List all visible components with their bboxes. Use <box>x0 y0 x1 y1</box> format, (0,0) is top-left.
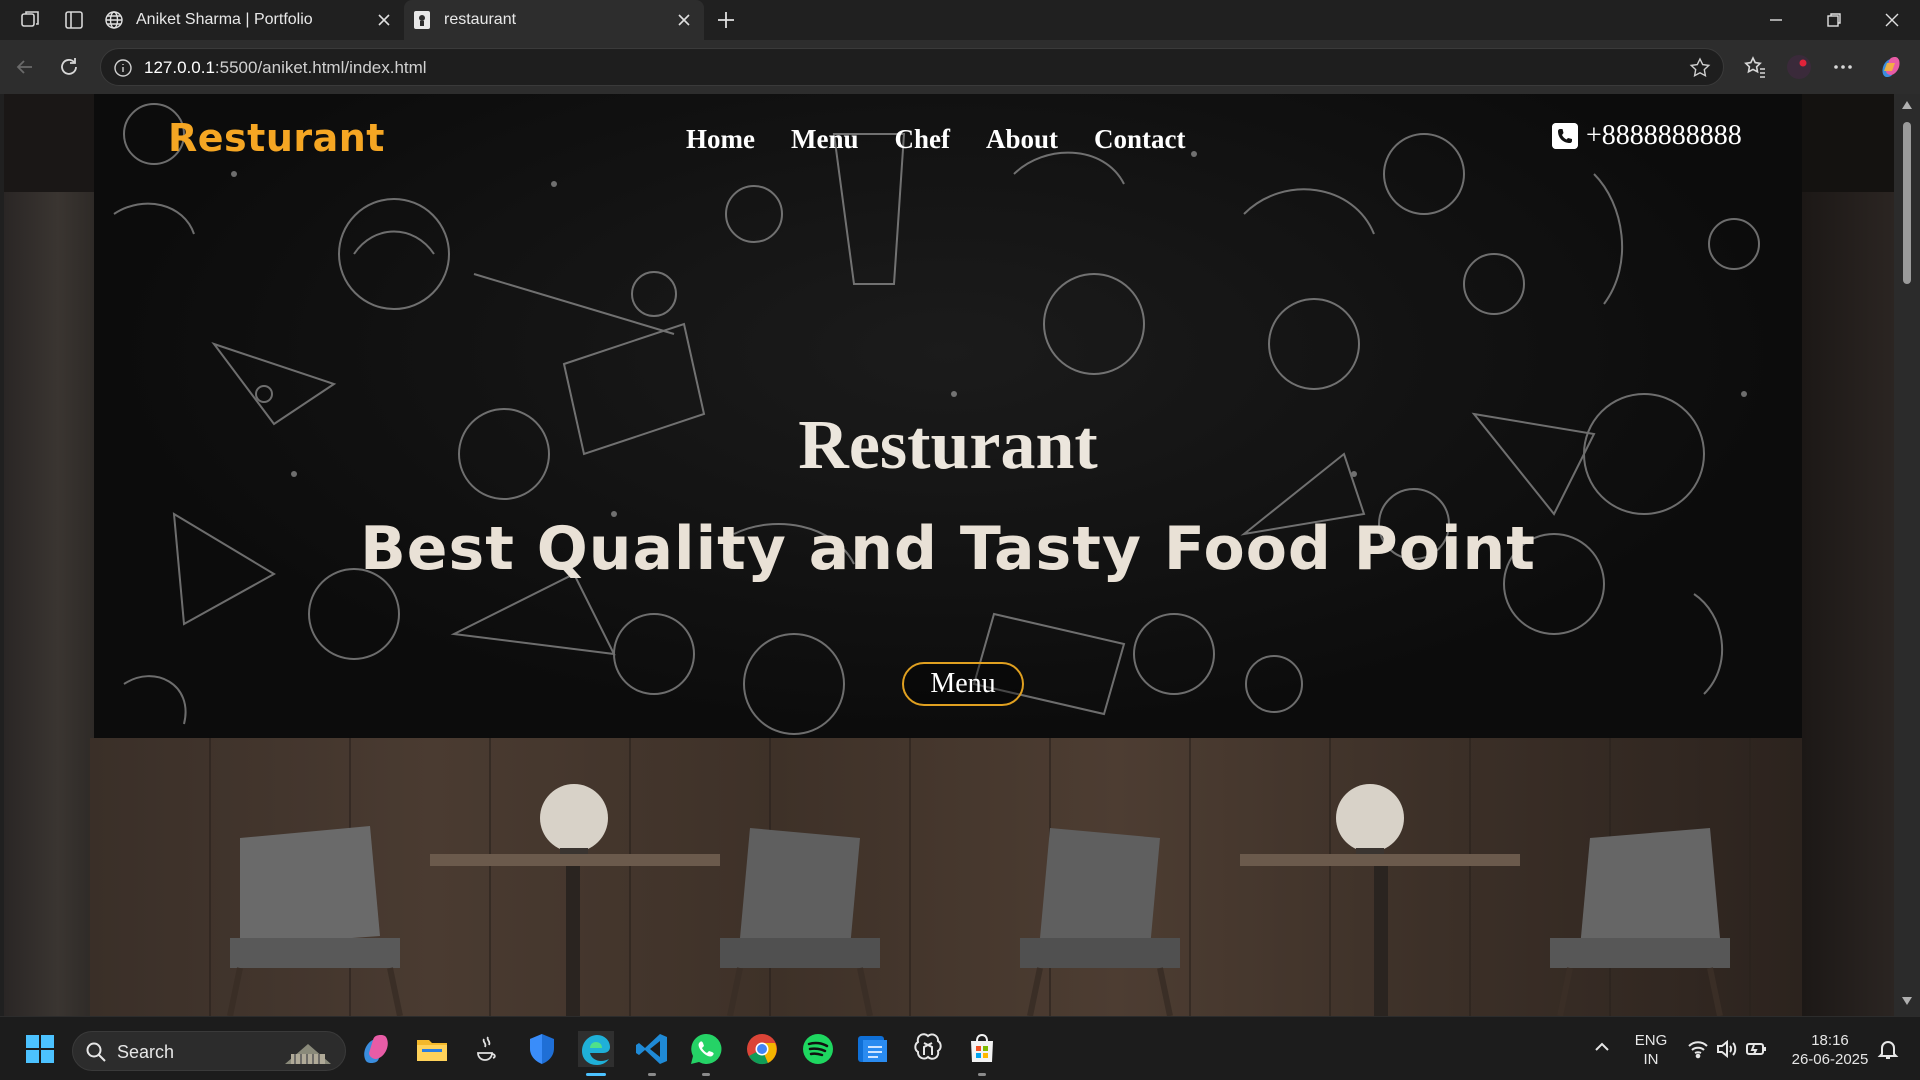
wifi-icon[interactable] <box>1686 1037 1710 1061</box>
windows-taskbar: Search ENG IN 18:16 26-06-2025 <box>0 1016 1920 1080</box>
chrome-icon[interactable] <box>744 1031 780 1067</box>
nav-contact[interactable]: Contact <box>1094 124 1185 155</box>
vertical-tabs-icon[interactable] <box>62 8 86 32</box>
workspaces-icon[interactable] <box>18 8 42 32</box>
hero-menu-button[interactable]: Menu <box>902 662 1024 706</box>
whatsapp-running-indicator <box>702 1073 710 1076</box>
lang-code: ENG <box>1634 1032 1668 1049</box>
nav-chef[interactable]: Chef <box>894 124 950 155</box>
browser-tab-strip: Aniket Sharma | Portfolio restaurant <box>0 0 1920 40</box>
globe-icon <box>105 11 123 29</box>
edge-active-indicator <box>586 1073 606 1076</box>
close-icon[interactable] <box>374 10 394 30</box>
more-options-icon[interactable] <box>1830 54 1856 80</box>
restore-icon[interactable] <box>1822 8 1846 32</box>
back-icon[interactable] <box>12 54 38 80</box>
clock[interactable]: 18:16 26-06-2025 <box>1784 1031 1876 1069</box>
tab-title: restaurant <box>444 11 517 28</box>
scroll-up-arrow-icon[interactable] <box>1901 100 1913 110</box>
chatgpt-icon[interactable] <box>910 1031 946 1067</box>
address-bar[interactable]: 127.0.0.1:5500/aniket.html/index.html <box>100 48 1724 86</box>
edge-icon[interactable] <box>578 1031 614 1067</box>
url-text: 127.0.0.1:5500/aniket.html/index.html <box>144 58 427 77</box>
notes-icon[interactable] <box>854 1031 890 1067</box>
language-indicator[interactable]: ENG IN <box>1628 1031 1674 1069</box>
page-viewport: Resturant Home Menu Chef About Contact +… <box>4 94 1894 1016</box>
page-icon <box>414 11 430 29</box>
favorite-star-icon[interactable] <box>1689 57 1711 79</box>
clock-time: 18:16 <box>1811 1032 1849 1049</box>
profile-avatar-icon[interactable] <box>1786 54 1812 80</box>
search-label: Search <box>117 1042 175 1062</box>
defender-icon[interactable] <box>524 1031 560 1067</box>
nav-about[interactable]: About <box>986 124 1058 155</box>
site-nav: Home Menu Chef About Contact <box>686 124 1186 155</box>
java-icon[interactable] <box>468 1031 504 1067</box>
scrollbar-thumb[interactable] <box>1903 122 1911 284</box>
nav-home[interactable]: Home <box>686 124 755 155</box>
browser-toolbar: 127.0.0.1:5500/aniket.html/index.html <box>0 40 1920 94</box>
whatsapp-icon[interactable] <box>688 1031 724 1067</box>
scroll-down-arrow-icon[interactable] <box>1901 996 1913 1006</box>
windows-start-icon[interactable] <box>22 1031 58 1067</box>
notifications-icon[interactable] <box>1876 1037 1900 1061</box>
phone-contact[interactable]: +8888888888 <box>1552 120 1742 152</box>
restaurant-interior-image <box>90 738 1802 1016</box>
new-tab-icon[interactable] <box>714 8 738 32</box>
background-wall-right <box>1802 94 1894 1016</box>
nav-menu[interactable]: Menu <box>791 124 859 155</box>
background-wall-left <box>4 94 94 1016</box>
close-window-icon[interactable] <box>1880 8 1904 32</box>
chevron-up-icon[interactable] <box>1590 1035 1614 1059</box>
refresh-icon[interactable] <box>56 54 82 80</box>
favorites-icon[interactable] <box>1742 54 1768 80</box>
search-icon <box>86 1042 106 1062</box>
phone-number: +8888888888 <box>1586 120 1742 151</box>
battery-icon[interactable] <box>1744 1037 1768 1061</box>
search-highlight-icon <box>285 1044 331 1064</box>
info-icon[interactable] <box>113 58 133 78</box>
taskbar-search[interactable]: Search <box>72 1031 346 1071</box>
close-icon[interactable] <box>674 10 694 30</box>
clock-date: 26-06-2025 <box>1791 1051 1869 1068</box>
copilot-icon[interactable] <box>1878 54 1904 80</box>
hero-section: Resturant Home Menu Chef About Contact +… <box>94 94 1802 738</box>
vscode-running-indicator <box>648 1073 656 1076</box>
tab-title: Aniket Sharma | Portfolio <box>136 11 313 28</box>
store-running-indicator <box>978 1073 986 1076</box>
file-explorer-icon[interactable] <box>414 1031 450 1067</box>
spotify-icon[interactable] <box>800 1031 836 1067</box>
tab-portfolio[interactable]: Aniket Sharma | Portfolio <box>104 0 404 40</box>
minimize-icon[interactable] <box>1764 8 1788 32</box>
hero-subtitle: Best Quality and Tasty Food Point <box>360 514 1536 584</box>
region-code: IN <box>1643 1051 1659 1068</box>
vscode-icon[interactable] <box>634 1031 670 1067</box>
tab-restaurant[interactable]: restaurant <box>404 0 704 40</box>
phone-icon <box>1552 123 1578 149</box>
site-logo[interactable]: Resturant <box>168 116 385 160</box>
copilot-icon[interactable] <box>358 1031 394 1067</box>
store-icon[interactable] <box>964 1031 1000 1067</box>
hero-title: Resturant <box>798 407 1098 484</box>
volume-icon[interactable] <box>1714 1037 1738 1061</box>
page-scrollbar[interactable] <box>1894 94 1920 1016</box>
